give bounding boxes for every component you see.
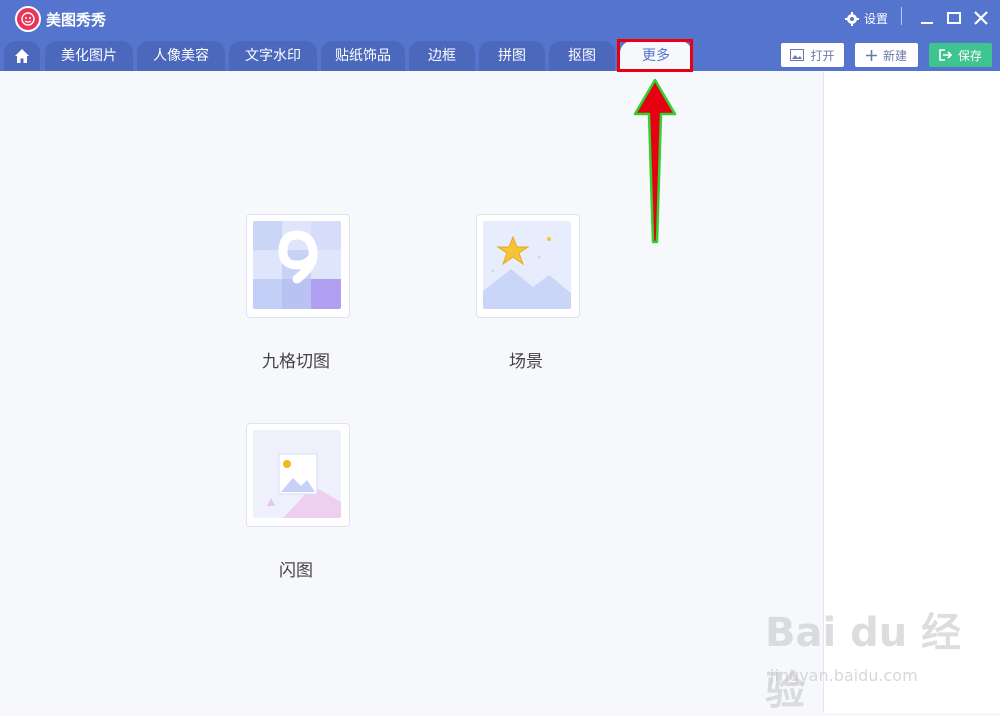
gear-icon	[845, 11, 859, 26]
plus-icon	[865, 49, 877, 61]
maximize-icon[interactable]	[945, 9, 963, 27]
tab-text-watermark[interactable]: 文字水印	[229, 41, 317, 71]
tool-nine-grid-label: 九格切图	[262, 352, 330, 372]
new-button[interactable]: 新建	[855, 43, 918, 67]
settings-label: 设置	[864, 12, 889, 26]
image-icon	[790, 49, 805, 61]
tool-scene[interactable]	[476, 214, 580, 318]
title-separator	[901, 7, 902, 25]
tool-scene-label: 场景	[509, 352, 543, 372]
tab-frames[interactable]: 边框	[409, 41, 475, 71]
title-bar: 美图秀秀 设置	[0, 0, 1000, 38]
tool-nine-grid[interactable]	[246, 214, 350, 318]
tab-bar: 美化图片 人像美容 文字水印 贴纸饰品 边框 拼图 抠图 更多	[0, 38, 1000, 71]
app-logo-icon	[15, 6, 41, 32]
tab-stickers[interactable]: 贴纸饰品	[321, 41, 405, 71]
baidu-watermark: Bai du 经验	[765, 610, 962, 714]
save-button[interactable]: 保存	[929, 43, 992, 67]
tab-portrait[interactable]: 人像美容	[137, 41, 225, 71]
open-button[interactable]: 打开	[781, 43, 844, 67]
baidu-watermark-url: jingyan.baidu.com	[770, 666, 918, 685]
tab-more-highlight-box	[617, 39, 693, 72]
home-icon	[15, 49, 29, 63]
app-title: 美图秀秀	[46, 11, 107, 29]
nine-grid-icon	[253, 221, 341, 309]
tab-home[interactable]	[4, 41, 40, 71]
export-icon	[939, 49, 952, 61]
settings-button[interactable]: 设置	[845, 10, 888, 27]
tool-flash-image-label: 闪图	[279, 561, 313, 581]
tool-flash-image[interactable]	[246, 423, 350, 527]
scene-icon	[483, 221, 571, 309]
flash-image-icon	[253, 430, 341, 518]
tab-beautify[interactable]: 美化图片	[45, 41, 133, 71]
tab-cutout[interactable]: 抠图	[549, 41, 615, 71]
annotation-arrow-icon	[633, 78, 677, 244]
minimize-icon[interactable]	[918, 9, 936, 27]
tab-collage[interactable]: 拼图	[479, 41, 545, 71]
close-icon[interactable]	[972, 9, 990, 27]
